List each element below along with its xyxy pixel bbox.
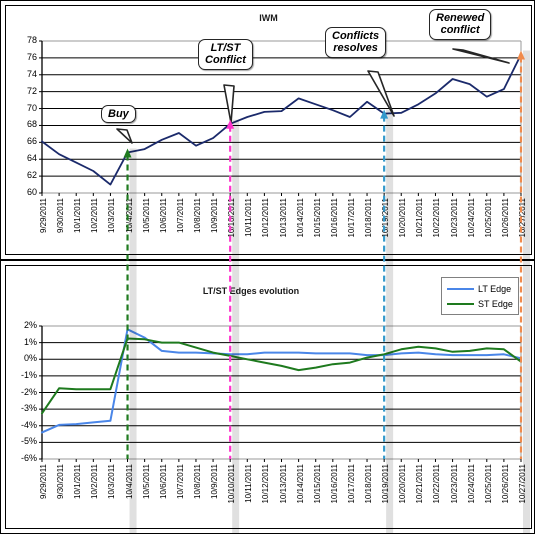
legend-label-lt-edge: LT Edge <box>478 284 511 294</box>
top-chart-plot <box>1 1 535 261</box>
callout-buy: Buy <box>101 105 136 123</box>
bottom-chart-legend: LT Edge ST Edge <box>441 277 519 315</box>
chart-screenshot: IWM 60626466687072747678 9/29/20119/30/2… <box>0 0 535 534</box>
ltst-edges-chart-panel: LT/ST Edges evolution 2%1%0%-1%-2%-3%-4%… <box>1 261 535 533</box>
callout-renewed-conflict: Renewed conflict <box>429 9 491 40</box>
iwm-price-chart-panel: IWM 60626466687072747678 9/29/20119/30/2… <box>1 1 535 261</box>
callout-conflicts-resolves: Conflicts resolves <box>325 27 386 58</box>
legend-swatch-st-edge <box>447 303 474 305</box>
legend-label-st-edge: ST Edge <box>478 299 513 309</box>
legend-item-lt-edge: LT Edge <box>447 281 513 296</box>
legend-swatch-lt-edge <box>447 288 474 290</box>
callout-lt-st-conflict: LT/ST Conflict <box>198 39 253 70</box>
legend-item-st-edge: ST Edge <box>447 296 513 311</box>
